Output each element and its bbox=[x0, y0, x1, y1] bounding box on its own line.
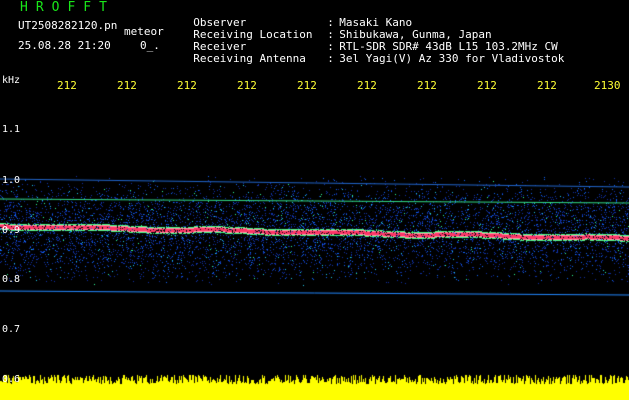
x-tick: 2130 bbox=[594, 79, 621, 92]
x-tick: 212 bbox=[417, 79, 437, 92]
file-name: UT2508282120.pn bbox=[18, 19, 118, 32]
x-tick: 212 bbox=[237, 79, 257, 92]
x-tick: 212 bbox=[537, 79, 557, 92]
y-tick: 1.0 bbox=[2, 175, 21, 186]
y-tick: 0.8 bbox=[2, 274, 21, 285]
spectrogram-canvas[interactable] bbox=[0, 95, 629, 400]
info-key-antenna: Receiving Antenna bbox=[193, 52, 306, 65]
x-tick: 212 bbox=[477, 79, 497, 92]
x-tick: 212 bbox=[297, 79, 317, 92]
y-tick: 0.6 bbox=[2, 374, 21, 385]
app-title: HROFFT bbox=[20, 0, 115, 15]
y-tick: 0.7 bbox=[2, 324, 21, 335]
info-value-antenna: 3el Yagi(V) Az 330 for Vladivostok bbox=[339, 52, 565, 65]
mode-label: meteor bbox=[124, 25, 164, 38]
y-tick: 0.9 bbox=[2, 225, 21, 236]
y-unit-label: kHz bbox=[2, 75, 21, 86]
x-tick: 212 bbox=[357, 79, 377, 92]
x-tick: 212 bbox=[117, 79, 137, 92]
timestamp: 25.08.28 21:20 bbox=[18, 39, 111, 52]
info-separator: : bbox=[327, 52, 334, 65]
scale-label: 0_. bbox=[140, 39, 160, 52]
y-tick: 1.1 bbox=[2, 124, 21, 135]
x-tick: 212 bbox=[57, 79, 77, 92]
info-antenna: Receiving Antenna:3el Yagi(V) Az 330 for… bbox=[180, 41, 564, 65]
x-tick: 212 bbox=[177, 79, 197, 92]
